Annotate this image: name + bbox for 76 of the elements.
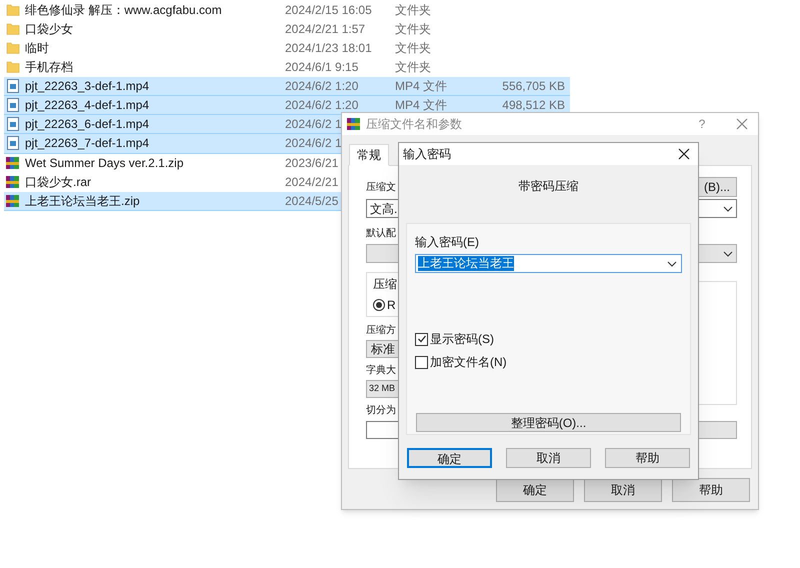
file-date: 2024/2/21 [285,174,338,192]
checkbox[interactable] [415,356,428,368]
field-label: 字典大 [366,364,396,378]
file-name: 上老王论坛当老王.zip [25,192,141,210]
file-date: 2024/1/23 18:01 [285,40,372,57]
folder-icon [6,40,20,55]
file-date: 2024/2/15 16:05 [285,2,372,19]
dialog-button[interactable]: 确定 [496,478,574,502]
chevron-down-icon [723,250,733,256]
file-name: 口袋少女 [25,20,74,38]
chevron-down-icon [667,260,677,266]
video-file-icon [6,117,20,132]
folder-icon [6,2,20,17]
file-date: 2024/6/2 1 [285,135,342,152]
video-file-icon [6,78,20,93]
window-title: 压缩文件名和参数 [366,116,463,133]
file-type: MP4 文件 [395,78,448,95]
chevron-down-icon [723,206,733,212]
video-file-icon [6,136,20,150]
file-date: 2024/6/2 1:20 [285,78,358,95]
password-field[interactable]: 上老王论坛当老王 [415,254,682,273]
radio-option[interactable]: R [373,296,565,314]
field-label: 切分为 [366,404,396,418]
checkbox[interactable] [415,332,428,346]
file-row[interactable]: 口袋少女 2024/2/21 1:57 文件夹 [4,19,570,38]
file-date: 2024/6/1 9:15 [285,59,358,76]
help-button[interactable]: ? [692,115,712,133]
file-size: 556,705 KB [501,78,565,95]
field-label: 默认配 [366,227,396,241]
folder-icon [6,22,20,36]
organize-passwords-button[interactable]: 整理密码(O)... [416,413,681,432]
file-date: 2024/5/25 [285,192,338,210]
field-label: 输入密码(E) [415,234,480,251]
file-type: MP4 文件 [395,97,448,114]
file-size: 498,512 KB [501,97,565,114]
file-name: pjt_22263_7-def-1.mp4 [25,135,150,152]
file-date: 2023/6/21 [285,155,338,172]
dialog-button[interactable]: 取消 [584,478,662,502]
file-date: 2024/6/2 1:20 [285,97,358,114]
books-icon [5,174,21,190]
dialog-button[interactable]: 帮助 [605,448,690,468]
folder-icon [6,60,20,74]
file-type: 文件夹 [395,40,432,57]
file-name: pjt_22263_6-def-1.mp4 [25,116,150,134]
file-type: 文件夹 [395,59,432,76]
file-date: 2024/2/21 1:57 [285,20,366,38]
close-icon[interactable] [678,148,690,160]
file-row[interactable]: 手机存档 2024/6/1 9:15 文件夹 [4,58,570,77]
file-row[interactable]: 绯色修仙录 解压：www.acgfabu.com 2024/2/15 16:05 文件夹 [4,0,570,20]
file-row[interactable]: pjt_22263_3-def-1.mp4 2024/6/2 1:20 MP4 文件 556,705 KB [4,76,570,96]
file-name: 临时 [25,40,50,57]
video-file-icon [6,98,20,112]
checkbox-label: 加密文件名(N) [430,354,507,371]
dialog-button[interactable]: 帮助 [672,478,750,502]
file-name: pjt_22263_4-def-1.mp4 [25,97,150,114]
tab[interactable]: 常规 [349,144,389,166]
file-date: 2024/6/2 1 [285,116,342,134]
books-icon [346,116,362,132]
file-name: 口袋少女.rar [25,174,92,192]
books-icon [5,192,21,209]
file-name: 绯色修仙录 解压：www.acgfabu.com [25,2,223,19]
file-row[interactable]: 临时 2024/1/23 18:01 文件夹 [4,38,570,58]
group-label: 压缩 [373,276,398,293]
file-name: Wet Summer Days ver.2.1.zip [25,155,184,172]
radio-button[interactable] [373,299,385,311]
dialog-button[interactable]: 取消 [506,448,591,468]
file-name: 手机存档 [25,59,74,76]
file-name: pjt_22263_3-def-1.mp4 [25,78,150,95]
checkbox-label: 显示密码(S) [430,331,494,348]
browse-button[interactable]: (B)... [697,177,737,197]
file-type: 文件夹 [395,20,432,38]
field-label: 压缩文 [366,180,396,194]
dialog-button[interactable]: 确定 [407,448,492,468]
field-label: 压缩方 [366,324,396,338]
books-icon [5,155,21,172]
file-type: 文件夹 [395,2,432,19]
